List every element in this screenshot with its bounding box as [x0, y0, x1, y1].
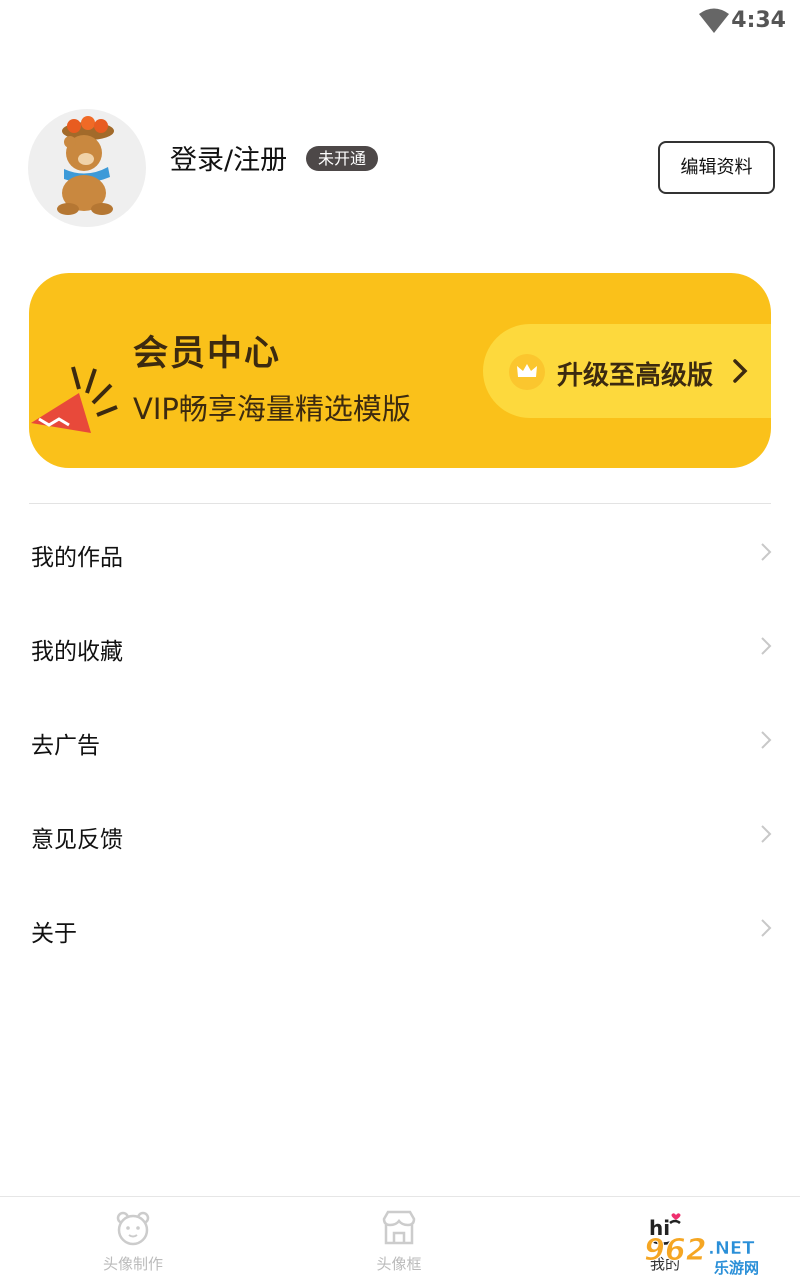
menu-item-remove-ads[interactable]: 去广告 — [0, 693, 800, 787]
svg-text:.NET: .NET — [708, 1238, 755, 1259]
chevron-right-icon — [761, 637, 772, 655]
party-popper-icon — [31, 366, 118, 433]
chevron-right-icon — [733, 359, 748, 383]
tab-label: 头像框 — [376, 1255, 422, 1273]
wifi-icon — [699, 8, 729, 33]
shop-frame-icon — [382, 1210, 416, 1245]
edit-profile-button[interactable]: 编辑资料 — [658, 141, 775, 194]
upgrade-button[interactable]: 升级至高级版 — [483, 324, 771, 418]
login-register-link[interactable]: 登录/注册 — [170, 138, 287, 177]
tab-avatar-frame[interactable]: 头像框 — [266, 1197, 532, 1280]
tab-label: 头像制作 — [102, 1255, 163, 1273]
chevron-right-icon — [761, 731, 772, 749]
vip-title: 会员中心 — [133, 334, 282, 374]
chevron-right-icon — [761, 825, 772, 843]
svg-text:962: 962 — [644, 1233, 707, 1268]
site-watermark-logo: 962 .NET 乐游网 — [644, 1233, 760, 1277]
vip-subtitle: VIP畅享海量精选模版 — [133, 392, 411, 426]
menu-item-label: 去广告 — [31, 733, 100, 759]
chevron-right-icon — [761, 543, 772, 561]
svg-text:乐游网: 乐游网 — [714, 1259, 759, 1276]
menu-item-label: 关于 — [31, 921, 77, 947]
chevron-right-icon — [761, 919, 772, 937]
bear-avatar-icon — [57, 116, 114, 215]
menu-item-label: 我的作品 — [31, 545, 123, 571]
vip-banner[interactable]: 会员中心 VIP畅享海量精选模版 升级至高级版 — [29, 273, 771, 468]
crown-icon — [509, 354, 545, 390]
menu-item-feedback[interactable]: 意见反馈 — [0, 787, 800, 881]
menu-item-label: 我的收藏 — [31, 639, 123, 665]
status-badge: 未开通 — [306, 146, 379, 171]
divider — [29, 503, 771, 504]
menu-item-my-works[interactable]: 我的作品 — [0, 505, 800, 599]
menu-item-about[interactable]: 关于 — [0, 881, 800, 975]
menu-item-label: 意见反馈 — [31, 827, 123, 853]
tab-avatar-maker[interactable]: 头像制作 — [0, 1197, 266, 1280]
status-time: 4:34 — [731, 8, 786, 33]
status-bar: 4:34 — [0, 0, 800, 44]
menu-item-my-favorites[interactable]: 我的收藏 — [0, 599, 800, 693]
avatar[interactable] — [28, 109, 146, 227]
bear-face-icon — [116, 1211, 150, 1246]
upgrade-label: 升级至高级版 — [557, 361, 714, 391]
